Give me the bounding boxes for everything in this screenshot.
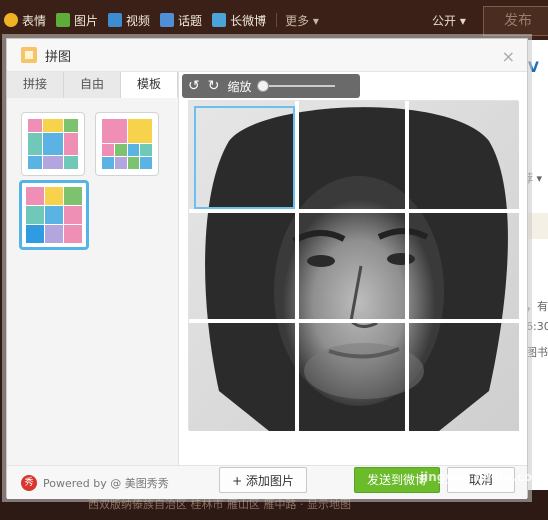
template-2-cell bbox=[140, 144, 152, 156]
background-text-v: V bbox=[528, 60, 539, 76]
template-1-cell bbox=[43, 119, 63, 133]
long-weibo-icon bbox=[212, 13, 227, 27]
topic-icon bbox=[160, 13, 175, 27]
background-text-time: 6:30 bbox=[526, 320, 548, 333]
topic-label: 话题 bbox=[178, 13, 203, 28]
video-button[interactable]: 视频 bbox=[108, 12, 150, 29]
grid-divider bbox=[295, 101, 299, 431]
collage-dialog: 拼图 × 拼接 自由 模板 ↺ ↻ 缩放 秀 Powered by @ 美图秀秀… bbox=[6, 38, 528, 499]
more-menu-button[interactable]: 更多 ▾ bbox=[285, 12, 319, 29]
tab-template[interactable]: 模板 bbox=[121, 72, 178, 98]
toolbar-divider bbox=[276, 13, 278, 27]
picture-button[interactable]: 图片 bbox=[56, 12, 98, 29]
video-icon bbox=[108, 13, 123, 27]
template-1-cell bbox=[28, 155, 43, 169]
template-2-cell bbox=[102, 144, 114, 156]
meitu-logo-icon: 秀 bbox=[21, 475, 37, 491]
add-image-button[interactable]: + 添加图片 bbox=[219, 467, 307, 493]
picture-label: 图片 bbox=[74, 13, 99, 28]
grid-divider bbox=[189, 209, 519, 213]
tab-splice[interactable]: 拼接 bbox=[7, 72, 64, 98]
background-text-have: ，有 bbox=[526, 300, 548, 313]
template-1-cell bbox=[63, 133, 78, 155]
template-1-cell bbox=[63, 119, 78, 133]
powered-by-label[interactable]: Powered by @ 美图秀秀 bbox=[43, 475, 169, 491]
rotate-left-icon[interactable]: ↺ bbox=[188, 78, 200, 94]
template-3-cell bbox=[45, 225, 63, 243]
template-1-cell bbox=[63, 155, 78, 169]
template-2-cell bbox=[127, 119, 152, 143]
watermark: jingyan.baidu.com bbox=[420, 470, 545, 484]
topic-button[interactable]: 话题 bbox=[160, 12, 202, 29]
picture-icon bbox=[56, 13, 71, 27]
template-thumb-1[interactable] bbox=[21, 112, 85, 176]
zoom-label: 缩放 bbox=[227, 79, 252, 94]
long-weibo-button[interactable]: 长微博 bbox=[212, 12, 266, 29]
editor-toolbar: ↺ ↻ 缩放 bbox=[182, 74, 360, 98]
template-1-cell bbox=[43, 133, 63, 155]
template-1-grid bbox=[28, 119, 78, 169]
template-2-cell bbox=[127, 157, 140, 169]
zoom-slider[interactable] bbox=[257, 80, 336, 92]
powered-by: 秀 Powered by @ 美图秀秀 bbox=[21, 475, 169, 491]
close-icon[interactable]: × bbox=[502, 47, 515, 66]
grid-divider bbox=[189, 319, 519, 323]
template-2-cell bbox=[114, 144, 127, 156]
template-3-cell bbox=[45, 187, 63, 205]
template-1-cell bbox=[28, 119, 43, 133]
smile-icon bbox=[4, 13, 18, 27]
dialog-title: 拼图 bbox=[45, 49, 72, 65]
publish-button[interactable]: 发布 bbox=[483, 6, 548, 36]
template-panel: 拼接 自由 模板 bbox=[7, 72, 179, 465]
template-3-cell bbox=[64, 187, 82, 205]
template-2-cell bbox=[102, 119, 127, 143]
template-3-cell bbox=[64, 225, 82, 243]
tab-free[interactable]: 自由 bbox=[64, 72, 121, 98]
dialog-header: 拼图 × bbox=[7, 39, 527, 72]
template-2-cell bbox=[127, 144, 140, 156]
long-weibo-label: 长微博 bbox=[230, 13, 267, 28]
visibility-dropdown[interactable]: 公开 ▾ bbox=[432, 12, 466, 29]
background-text-book: 图书 bbox=[526, 346, 548, 359]
template-3-cell bbox=[26, 206, 44, 224]
emoji-label: 表情 bbox=[22, 13, 47, 28]
rotate-right-icon[interactable]: ↻ bbox=[208, 78, 220, 94]
collage-canvas[interactable] bbox=[188, 100, 519, 431]
mode-tabs: 拼接 自由 模板 bbox=[7, 72, 178, 98]
video-label: 视频 bbox=[126, 13, 151, 28]
template-3-cell bbox=[26, 225, 44, 243]
template-thumb-2[interactable] bbox=[95, 112, 159, 176]
template-2-cell bbox=[102, 157, 114, 169]
template-2-cell bbox=[114, 157, 127, 169]
collage-logo-icon bbox=[21, 47, 37, 63]
template-1-cell bbox=[28, 133, 43, 155]
template-thumb-3[interactable] bbox=[19, 180, 89, 250]
template-3-cell bbox=[64, 206, 82, 224]
selected-cell[interactable] bbox=[194, 106, 295, 209]
grid-divider bbox=[405, 101, 409, 431]
template-3-cell bbox=[45, 206, 63, 224]
template-3-grid bbox=[26, 187, 82, 243]
template-3-cell bbox=[26, 187, 44, 205]
zoom-slider-thumb[interactable] bbox=[257, 80, 270, 92]
template-2-cell bbox=[140, 157, 152, 169]
template-1-cell bbox=[43, 155, 63, 169]
collage-editor: ↺ ↻ 缩放 bbox=[180, 72, 527, 465]
emoji-button[interactable]: 表情 bbox=[4, 12, 46, 29]
template-2-grid bbox=[102, 119, 152, 169]
